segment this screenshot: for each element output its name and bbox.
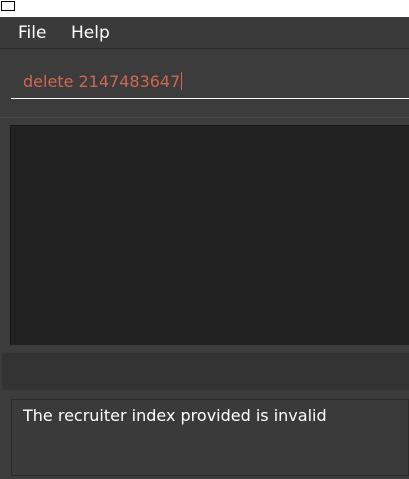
menu-help[interactable]: Help [70, 17, 111, 49]
window-title-bar [0, 0, 409, 17]
command-box-area: delete 2147483647 [0, 49, 409, 117]
result-message: The recruiter index provided is invalid [23, 406, 327, 425]
command-input[interactable]: delete 2147483647 [11, 65, 409, 99]
status-bar [2, 353, 409, 390]
menu-file[interactable]: File [17, 17, 47, 49]
text-caret [181, 72, 183, 90]
menu-bar: File Help [0, 17, 409, 49]
window-icon [1, 1, 15, 11]
recruiter-list-panel[interactable] [10, 125, 409, 345]
result-display[interactable]: The recruiter index provided is invalid [11, 399, 409, 476]
recruiter-list-area [0, 117, 409, 352]
command-text: delete 2147483647 [23, 72, 181, 91]
result-display-area: The recruiter index provided is invalid [0, 390, 409, 479]
